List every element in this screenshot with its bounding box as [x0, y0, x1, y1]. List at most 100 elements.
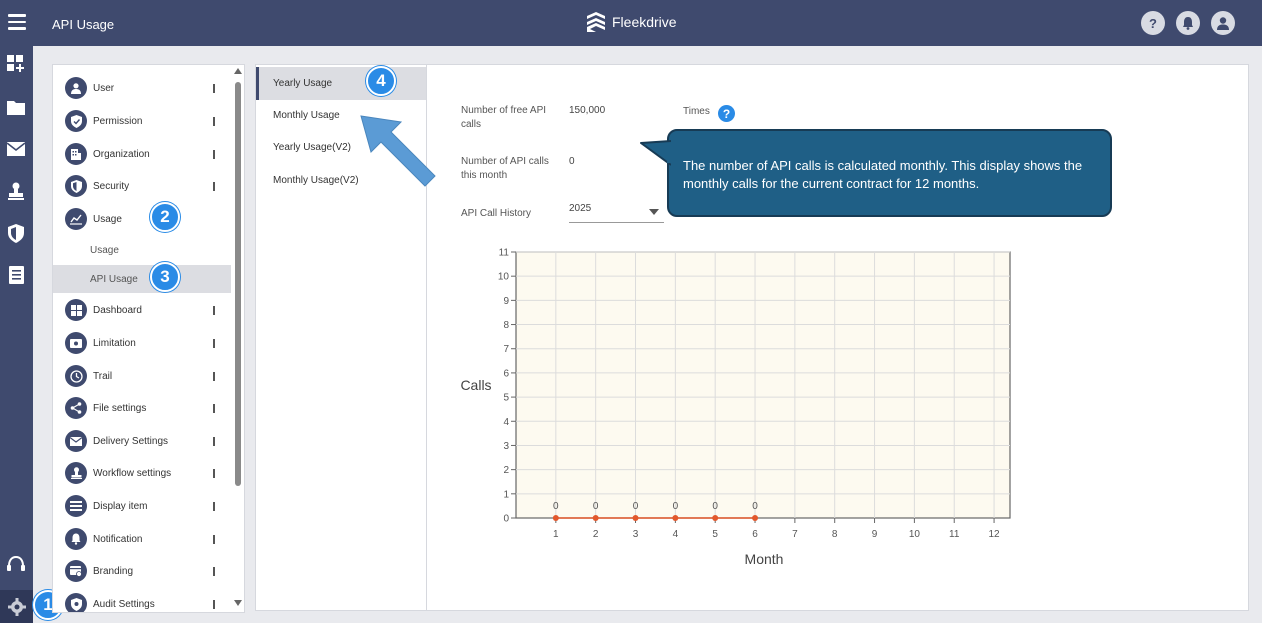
expand-bar-icon[interactable] [213, 535, 215, 544]
y-axis-label: Calls [460, 377, 491, 393]
y-tick-label: 9 [503, 296, 509, 307]
pointer-arrow [360, 115, 436, 187]
data-point [712, 515, 719, 521]
expand-bar-icon[interactable] [213, 306, 215, 315]
submenu-item-label: API Usage [90, 273, 138, 285]
menu-item-organization[interactable]: Organization [53, 139, 231, 169]
mail-icon [65, 430, 87, 452]
apps-icon[interactable] [6, 54, 26, 74]
menu-item-file-settings[interactable]: File settings [53, 393, 231, 423]
expand-bar-icon[interactable] [213, 404, 215, 413]
x-tick-label: 3 [633, 529, 639, 540]
scroll-up-arrow-icon[interactable] [234, 68, 242, 74]
fleekdrive-logo-icon [587, 12, 605, 32]
data-label: 0 [752, 501, 758, 512]
x-tick-label: 8 [832, 529, 838, 540]
brand-logo: Fleekdrive [586, 11, 677, 33]
dashboard-icon [65, 299, 87, 321]
menu-item-workflow-settings[interactable]: Workflow settings [53, 458, 231, 488]
menu-item-notification[interactable]: Notification [53, 524, 231, 554]
limitation-icon [65, 332, 87, 354]
bell-icon[interactable] [1176, 11, 1200, 35]
step-marker-4: 4 [366, 66, 396, 96]
menu-item-delivery-settings[interactable]: Delivery Settings [53, 426, 231, 456]
menu-item-label: Dashboard [93, 304, 142, 316]
share-icon [65, 397, 87, 419]
book-icon[interactable] [6, 265, 26, 285]
support-icon[interactable] [6, 554, 26, 574]
help-icon[interactable]: ? [1141, 11, 1165, 35]
menu-item-display-item[interactable]: Display item [53, 491, 231, 521]
bell-icon [65, 528, 87, 550]
expand-bar-icon[interactable] [213, 84, 215, 93]
user-icon [65, 77, 87, 99]
history-year-select[interactable]: 2025 [569, 203, 664, 223]
scroll-down-arrow-icon[interactable] [234, 600, 242, 606]
top-bar: API Usage Fleekdrive ? [0, 0, 1262, 46]
expand-bar-icon[interactable] [213, 117, 215, 126]
expand-bar-icon[interactable] [213, 182, 215, 191]
expand-bar-icon[interactable] [213, 469, 215, 478]
data-point [632, 515, 639, 521]
folder-icon[interactable] [6, 97, 26, 117]
branding-icon [65, 560, 87, 582]
audit-icon [65, 593, 87, 612]
menu-item-trail[interactable]: Trail [53, 361, 231, 391]
chart-icon [65, 208, 87, 230]
menu-item-limitation[interactable]: Limitation [53, 328, 231, 358]
hamburger-menu-icon[interactable] [8, 14, 26, 30]
menu-item-label: Trail [93, 370, 113, 382]
menu-item-dashboard[interactable]: Dashboard [53, 295, 231, 325]
expand-bar-icon[interactable] [213, 600, 215, 609]
brand-name: Fleekdrive [612, 14, 677, 30]
x-tick-label: 4 [673, 529, 679, 540]
data-label: 0 [633, 501, 639, 512]
menu-item-label: Delivery Settings [93, 435, 169, 447]
x-tick-label: 11 [949, 529, 960, 540]
menu-item-security[interactable]: Security [53, 171, 231, 201]
menu-item-label: Limitation [93, 337, 136, 349]
data-point [672, 515, 679, 521]
stamp-icon[interactable] [6, 181, 26, 201]
expand-bar-icon[interactable] [213, 437, 215, 446]
mail-icon[interactable] [6, 139, 26, 159]
expand-bar-icon[interactable] [213, 372, 215, 381]
expand-bar-icon[interactable] [213, 502, 215, 511]
chevron-down-icon [649, 209, 659, 215]
expand-bar-icon[interactable] [213, 567, 215, 576]
menu-item-label: Audit Settings [93, 598, 155, 610]
data-label: 0 [553, 501, 559, 512]
submenu-item-label: Usage [90, 244, 119, 256]
menu-item-usage[interactable]: Usage [53, 204, 231, 234]
x-tick-label: 5 [712, 529, 718, 540]
menu-item-label: Branding [93, 565, 134, 577]
help-icon[interactable]: ? [718, 105, 735, 122]
menu-item-permission[interactable]: Permission [53, 106, 231, 136]
menu-item-branding[interactable]: Branding [53, 556, 231, 586]
menu-item-label: File settings [93, 402, 147, 414]
y-tick-label: 6 [503, 368, 509, 379]
menu-item-label: Organization [93, 148, 150, 160]
app-rail [0, 46, 33, 623]
menu-item-user[interactable]: User [53, 73, 231, 103]
data-point [752, 515, 759, 521]
y-tick-label: 4 [503, 417, 509, 428]
menu-item-audit-settings[interactable]: Audit Settings [53, 589, 231, 612]
free-calls-value: 150,000 [569, 105, 606, 116]
free-calls-label: Number of free API calls [461, 105, 547, 130]
menu-scrollbar[interactable] [232, 65, 244, 612]
user-avatar-icon[interactable] [1211, 11, 1235, 35]
expand-bar-icon[interactable] [213, 150, 215, 159]
submenu-item-usage[interactable]: Usage [53, 236, 231, 264]
building-icon [65, 143, 87, 165]
tab-yearly-usage[interactable]: Yearly Usage [256, 67, 426, 100]
api-calls-chart: 012345678910111 2 3 4 5 6 7 8 9 10 11 12 000000 Cal… [460, 248, 1011, 567]
y-tick-label: 7 [503, 344, 509, 355]
scroll-thumb[interactable] [235, 82, 241, 486]
data-label: 0 [593, 501, 599, 512]
expand-bar-icon[interactable] [213, 339, 215, 348]
settings-gear-icon[interactable] [0, 590, 33, 623]
submenu-item-api-usage[interactable]: API Usage [53, 265, 231, 293]
x-tick-label: 1 [553, 529, 559, 540]
shield-icon[interactable] [6, 223, 26, 243]
